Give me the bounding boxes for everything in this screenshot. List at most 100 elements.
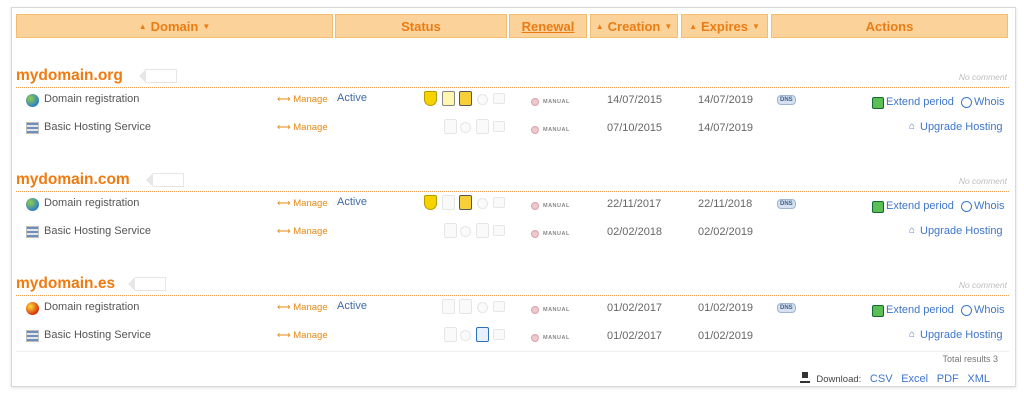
domain-comment[interactable]: No comment: [959, 176, 1007, 186]
extend-period-link[interactable]: Extend period: [886, 200, 954, 212]
column-header-renewal[interactable]: Renewal: [509, 14, 587, 38]
domain-name[interactable]: mydomain.com: [16, 171, 130, 189]
clock-icon: [460, 226, 471, 237]
globe-icon: [26, 94, 39, 107]
extend-period-link[interactable]: Extend period: [886, 96, 954, 108]
whois-user-icon[interactable]: [961, 97, 972, 108]
service-name: Domain registration: [44, 301, 140, 313]
status-text: Active: [337, 92, 367, 104]
table-row: Domain registration ⟷ Manage Active MANU…: [16, 193, 1009, 217]
shield-icon[interactable]: [424, 91, 437, 106]
table-row: Basic Hosting Service ⟷ Manage MANUAL 01…: [16, 325, 1009, 349]
dns-button[interactable]: DNS: [777, 199, 796, 209]
table-row: Basic Hosting Service ⟷ Manage MANUAL 02…: [16, 221, 1009, 245]
manage-link[interactable]: ⟷ Manage: [277, 122, 328, 133]
creation-date: 07/10/2015: [607, 122, 663, 134]
manage-link[interactable]: ⟷ Manage: [277, 198, 328, 209]
service-name: Domain registration: [44, 93, 140, 105]
refresh-icon: [493, 329, 505, 340]
domain-comment[interactable]: No comment: [959, 72, 1007, 82]
group-divider: [16, 87, 1009, 88]
transfer-lock-icon[interactable]: [459, 195, 472, 210]
service-name: Basic Hosting Service: [44, 121, 151, 133]
manual-renewal-dot-icon: [531, 202, 539, 210]
download-label: Download:: [816, 374, 862, 385]
download-xml-link[interactable]: XML: [967, 373, 990, 385]
upgrade-hosting-link[interactable]: Upgrade Hosting: [920, 329, 1003, 341]
column-header-renewal-label[interactable]: Renewal: [522, 19, 575, 34]
whois-link[interactable]: Whois: [974, 200, 1005, 212]
domain-comment[interactable]: No comment: [959, 280, 1007, 290]
manage-link[interactable]: ⟷ Manage: [277, 330, 328, 341]
shield-icon[interactable]: [424, 195, 437, 210]
tag-icon[interactable]: [139, 69, 177, 83]
extend-period-icon[interactable]: [872, 201, 884, 213]
clock-icon: [477, 302, 488, 313]
tag-icon[interactable]: [146, 173, 184, 187]
service-name: Basic Hosting Service: [44, 225, 151, 237]
upgrade-hosting-link[interactable]: Upgrade Hosting: [920, 225, 1003, 237]
service-name: Basic Hosting Service: [44, 329, 151, 341]
footer-divider: [16, 351, 1009, 352]
column-header-creation[interactable]: ▲ Creation ▼: [590, 14, 678, 38]
table-row: Domain registration ⟷ Manage Active MANU…: [16, 89, 1009, 113]
manage-link[interactable]: ⟷ Manage: [277, 226, 328, 237]
sort-up-icon: ▲: [138, 21, 147, 31]
expires-date: 14/07/2019: [698, 122, 754, 134]
lock-icon: [444, 223, 457, 238]
expires-date: 01/02/2019: [698, 302, 754, 314]
creation-date: 02/02/2018: [607, 226, 663, 238]
expires-date: 22/11/2018: [698, 198, 753, 210]
manual-renewal-dot-icon: [531, 334, 539, 342]
transfer-lock-icon[interactable]: [459, 91, 472, 106]
upgrade-home-icon[interactable]: ⌂: [909, 329, 915, 340]
upgrade-hosting-link[interactable]: Upgrade Hosting: [920, 121, 1003, 133]
domain-name[interactable]: mydomain.org: [16, 67, 123, 85]
lock-icon[interactable]: [442, 91, 455, 106]
manual-renewal-dot-icon: [531, 126, 539, 134]
refresh-icon: [493, 197, 505, 208]
column-header-expires[interactable]: ▲ Expires ▼: [681, 14, 768, 38]
upgrade-home-icon[interactable]: ⌂: [909, 121, 915, 132]
whois-user-icon[interactable]: [961, 201, 972, 212]
download-excel-link[interactable]: Excel: [901, 373, 928, 385]
sort-down-icon: ▼: [751, 21, 760, 31]
table-row: Domain registration ⟷ Manage Active MANU…: [16, 297, 1009, 321]
extend-period-icon[interactable]: [872, 97, 884, 109]
whois-link[interactable]: Whois: [974, 304, 1005, 316]
renewal-mode: MANUAL: [543, 203, 570, 209]
server-icon: [26, 122, 39, 134]
whois-user-icon[interactable]: [961, 305, 972, 316]
extend-period-link[interactable]: Extend period: [886, 304, 954, 316]
expires-date: 14/07/2019: [698, 94, 754, 106]
dns-button[interactable]: DNS: [777, 95, 796, 105]
dns-button[interactable]: DNS: [777, 303, 796, 313]
sort-down-icon: ▼: [202, 21, 211, 31]
document-icon: [476, 119, 489, 134]
manual-renewal-dot-icon: [531, 230, 539, 238]
upgrade-home-icon[interactable]: ⌂: [909, 225, 915, 236]
column-header-expires-label: Expires: [701, 18, 748, 34]
document-icon[interactable]: [476, 327, 489, 342]
creation-date: 14/07/2015: [607, 94, 663, 106]
lock-icon: [442, 299, 455, 314]
manage-link[interactable]: ⟷ Manage: [277, 94, 328, 105]
download-csv-link[interactable]: CSV: [870, 373, 893, 385]
transfer-lock-icon: [459, 299, 472, 314]
creation-date: 01/02/2017: [607, 302, 663, 314]
domain-name[interactable]: mydomain.es: [16, 275, 115, 293]
tag-icon[interactable]: [128, 277, 166, 291]
renewal-mode: MANUAL: [543, 335, 570, 341]
lock-icon: [444, 327, 457, 342]
expires-date: 01/02/2019: [698, 330, 754, 342]
domains-panel: ▲ Domain ▼ Status Renewal ▲ Creation ▼ ▲…: [11, 7, 1016, 387]
manage-link[interactable]: ⟷ Manage: [277, 302, 328, 313]
renewal-mode: MANUAL: [543, 231, 570, 237]
service-name: Domain registration: [44, 197, 140, 209]
status-text: Active: [337, 196, 367, 208]
status-text: Active: [337, 300, 367, 312]
extend-period-icon[interactable]: [872, 305, 884, 317]
whois-link[interactable]: Whois: [974, 96, 1005, 108]
column-header-domain[interactable]: ▲ Domain ▼: [16, 14, 333, 38]
download-pdf-link[interactable]: PDF: [937, 373, 959, 385]
